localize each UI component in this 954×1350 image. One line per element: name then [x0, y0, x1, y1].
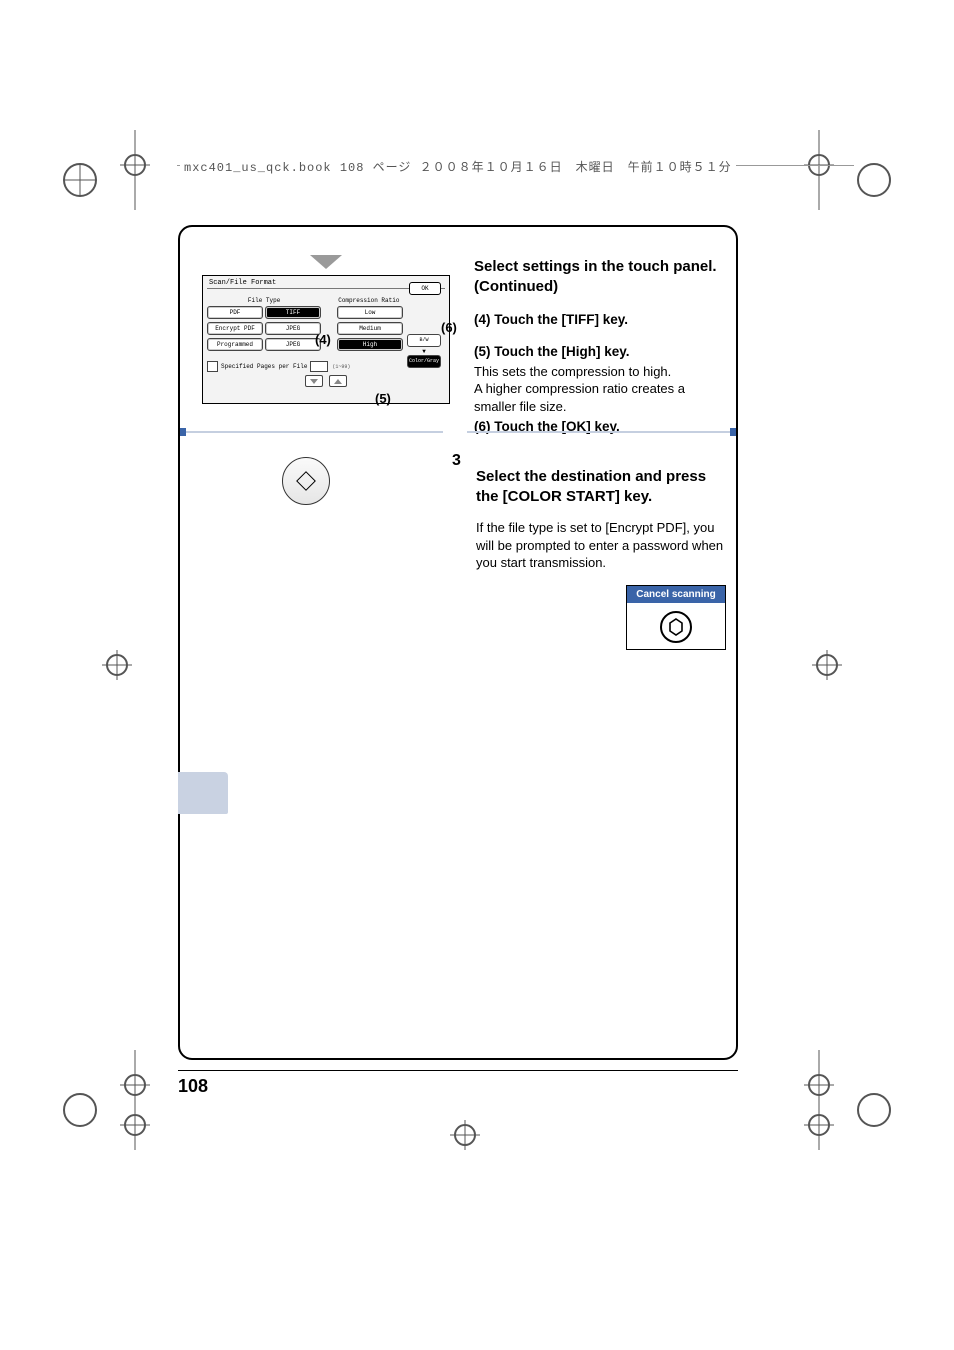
step-5-detail: A higher compression ratio creates a sma…: [474, 380, 722, 415]
callout-6: (6): [441, 320, 457, 335]
crop-mark-icon: [60, 1050, 160, 1150]
diamond-icon: [296, 471, 316, 491]
page: mxc401_us_qck.book 108 ページ ２００８年１０月１６日 木…: [0, 0, 954, 1350]
crop-mark-icon: [794, 1050, 894, 1150]
cancel-scanning-box: Cancel scanning: [626, 585, 726, 650]
stop-button[interactable]: [660, 611, 692, 643]
file-type-jpeg[interactable]: JPEG: [265, 322, 321, 335]
crop-mark-icon: [812, 650, 852, 680]
step-6: (6) Touch the [OK] key.: [474, 418, 722, 436]
scan-file-format-panel: Scan/File Format OK File Type Compressio…: [202, 275, 450, 404]
file-type-label: File Type: [207, 297, 321, 304]
chapter-tab: [178, 772, 228, 814]
ok-button[interactable]: OK: [409, 282, 441, 295]
callout-4: (4): [315, 332, 331, 347]
compression-medium[interactable]: Medium: [337, 322, 403, 335]
file-type-programmed[interactable]: Programmed: [207, 338, 263, 351]
instructions-column: Select settings in the touch panel. (Con…: [474, 257, 722, 449]
divider: [467, 431, 736, 433]
crop-mark-icon: [60, 130, 160, 210]
step-5-detail: This sets the compression to high.: [474, 363, 722, 381]
crop-mark-icon: [794, 130, 894, 210]
divider-tab: [180, 428, 186, 436]
divider: [180, 431, 443, 433]
file-type-encrypt-pdf[interactable]: Encrypt PDF: [207, 322, 263, 335]
specified-pages-range: (1~99): [332, 364, 350, 370]
increment-button[interactable]: [329, 375, 347, 387]
file-type-jpeg[interactable]: JPEG: [265, 338, 321, 351]
divider-tab: [730, 428, 736, 436]
decrement-button[interactable]: [305, 375, 323, 387]
cancel-scanning-label: Cancel scanning: [627, 586, 725, 603]
triangle-down-icon: [310, 379, 318, 384]
step-3-heading: Select the destination and press the [CO…: [476, 467, 726, 506]
crop-mark-icon: [450, 1120, 490, 1150]
callout-5: (5): [375, 391, 391, 406]
compression-high[interactable]: High: [337, 338, 403, 351]
step-5: (5) Touch the [High] key.: [474, 343, 722, 361]
specified-pages-label: Specified Pages per File: [221, 363, 307, 370]
content-frame: Scan/File Format OK File Type Compressio…: [178, 225, 738, 1060]
color-gray-tab[interactable]: Color/Gray: [407, 355, 441, 368]
arrow-down-icon: [310, 255, 342, 269]
step-3-block: 3 Select the destination and press the […: [452, 452, 726, 650]
color-start-key-icon: [282, 457, 330, 505]
step-4: (4) Touch the [TIFF] key.: [474, 311, 722, 329]
triangle-up-icon: [334, 379, 342, 384]
bw-tab[interactable]: B/W: [407, 334, 441, 347]
specified-pages-checkbox[interactable]: [207, 361, 218, 372]
compression-label: Compression Ratio: [321, 297, 416, 304]
rule: [178, 1070, 738, 1071]
file-type-tiff[interactable]: TIFF: [265, 306, 321, 319]
step-number: 3: [452, 452, 461, 470]
specified-pages-input[interactable]: [310, 361, 328, 372]
section-heading: Select settings in the touch panel. (Con…: [474, 257, 722, 298]
page-number: 108: [178, 1076, 208, 1097]
crop-mark-icon: [102, 650, 142, 680]
file-type-pdf[interactable]: PDF: [207, 306, 263, 319]
print-header: mxc401_us_qck.book 108 ページ ２００８年１０月１６日 木…: [180, 158, 736, 175]
step-3-body: If the file type is set to [Encrypt PDF]…: [476, 519, 726, 572]
compression-low[interactable]: Low: [337, 306, 403, 319]
stop-icon: [667, 618, 685, 636]
touch-panel-figure: Scan/File Format OK File Type Compressio…: [202, 255, 450, 404]
